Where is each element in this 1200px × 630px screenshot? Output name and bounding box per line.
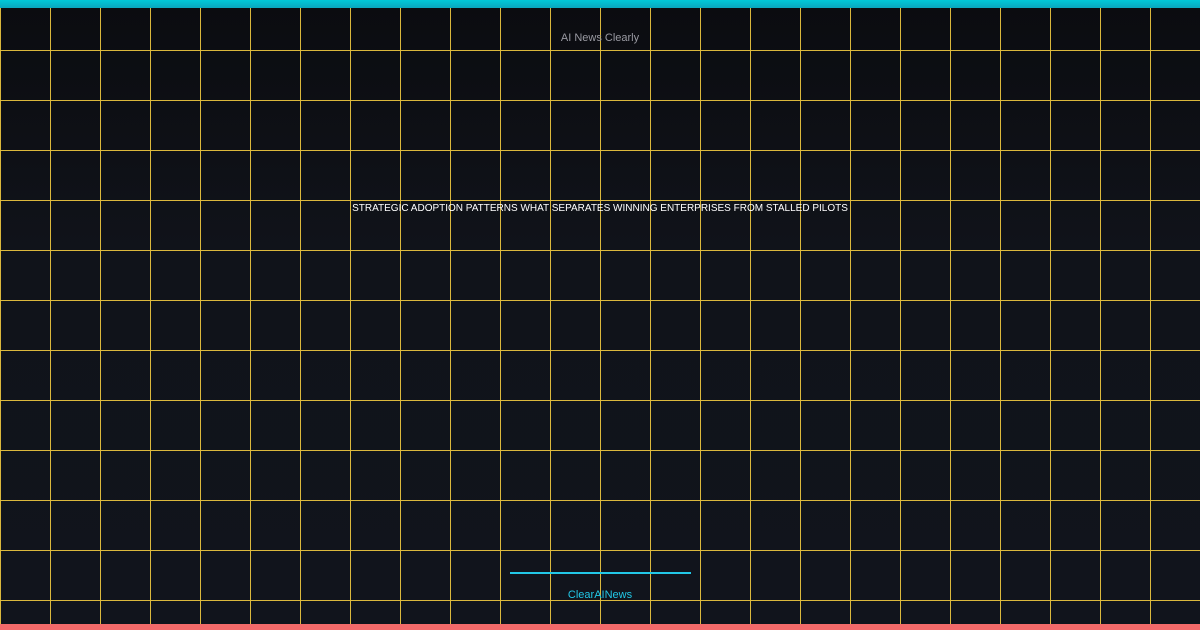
- bottom-accent-bar: [0, 624, 1200, 630]
- site-name: AI News Clearly: [560, 32, 640, 44]
- social-card: AI News Clearly STRATEGIC ADOPTION PATTE…: [0, 0, 1200, 630]
- top-accent-bar: [0, 0, 1200, 8]
- grid-overlay: [0, 8, 1200, 624]
- article-headline: STRATEGIC ADOPTION PATTERNS WHAT SEPARAT…: [352, 203, 848, 214]
- brand-name: ClearAINews: [567, 589, 633, 601]
- brand-underline: [510, 572, 691, 574]
